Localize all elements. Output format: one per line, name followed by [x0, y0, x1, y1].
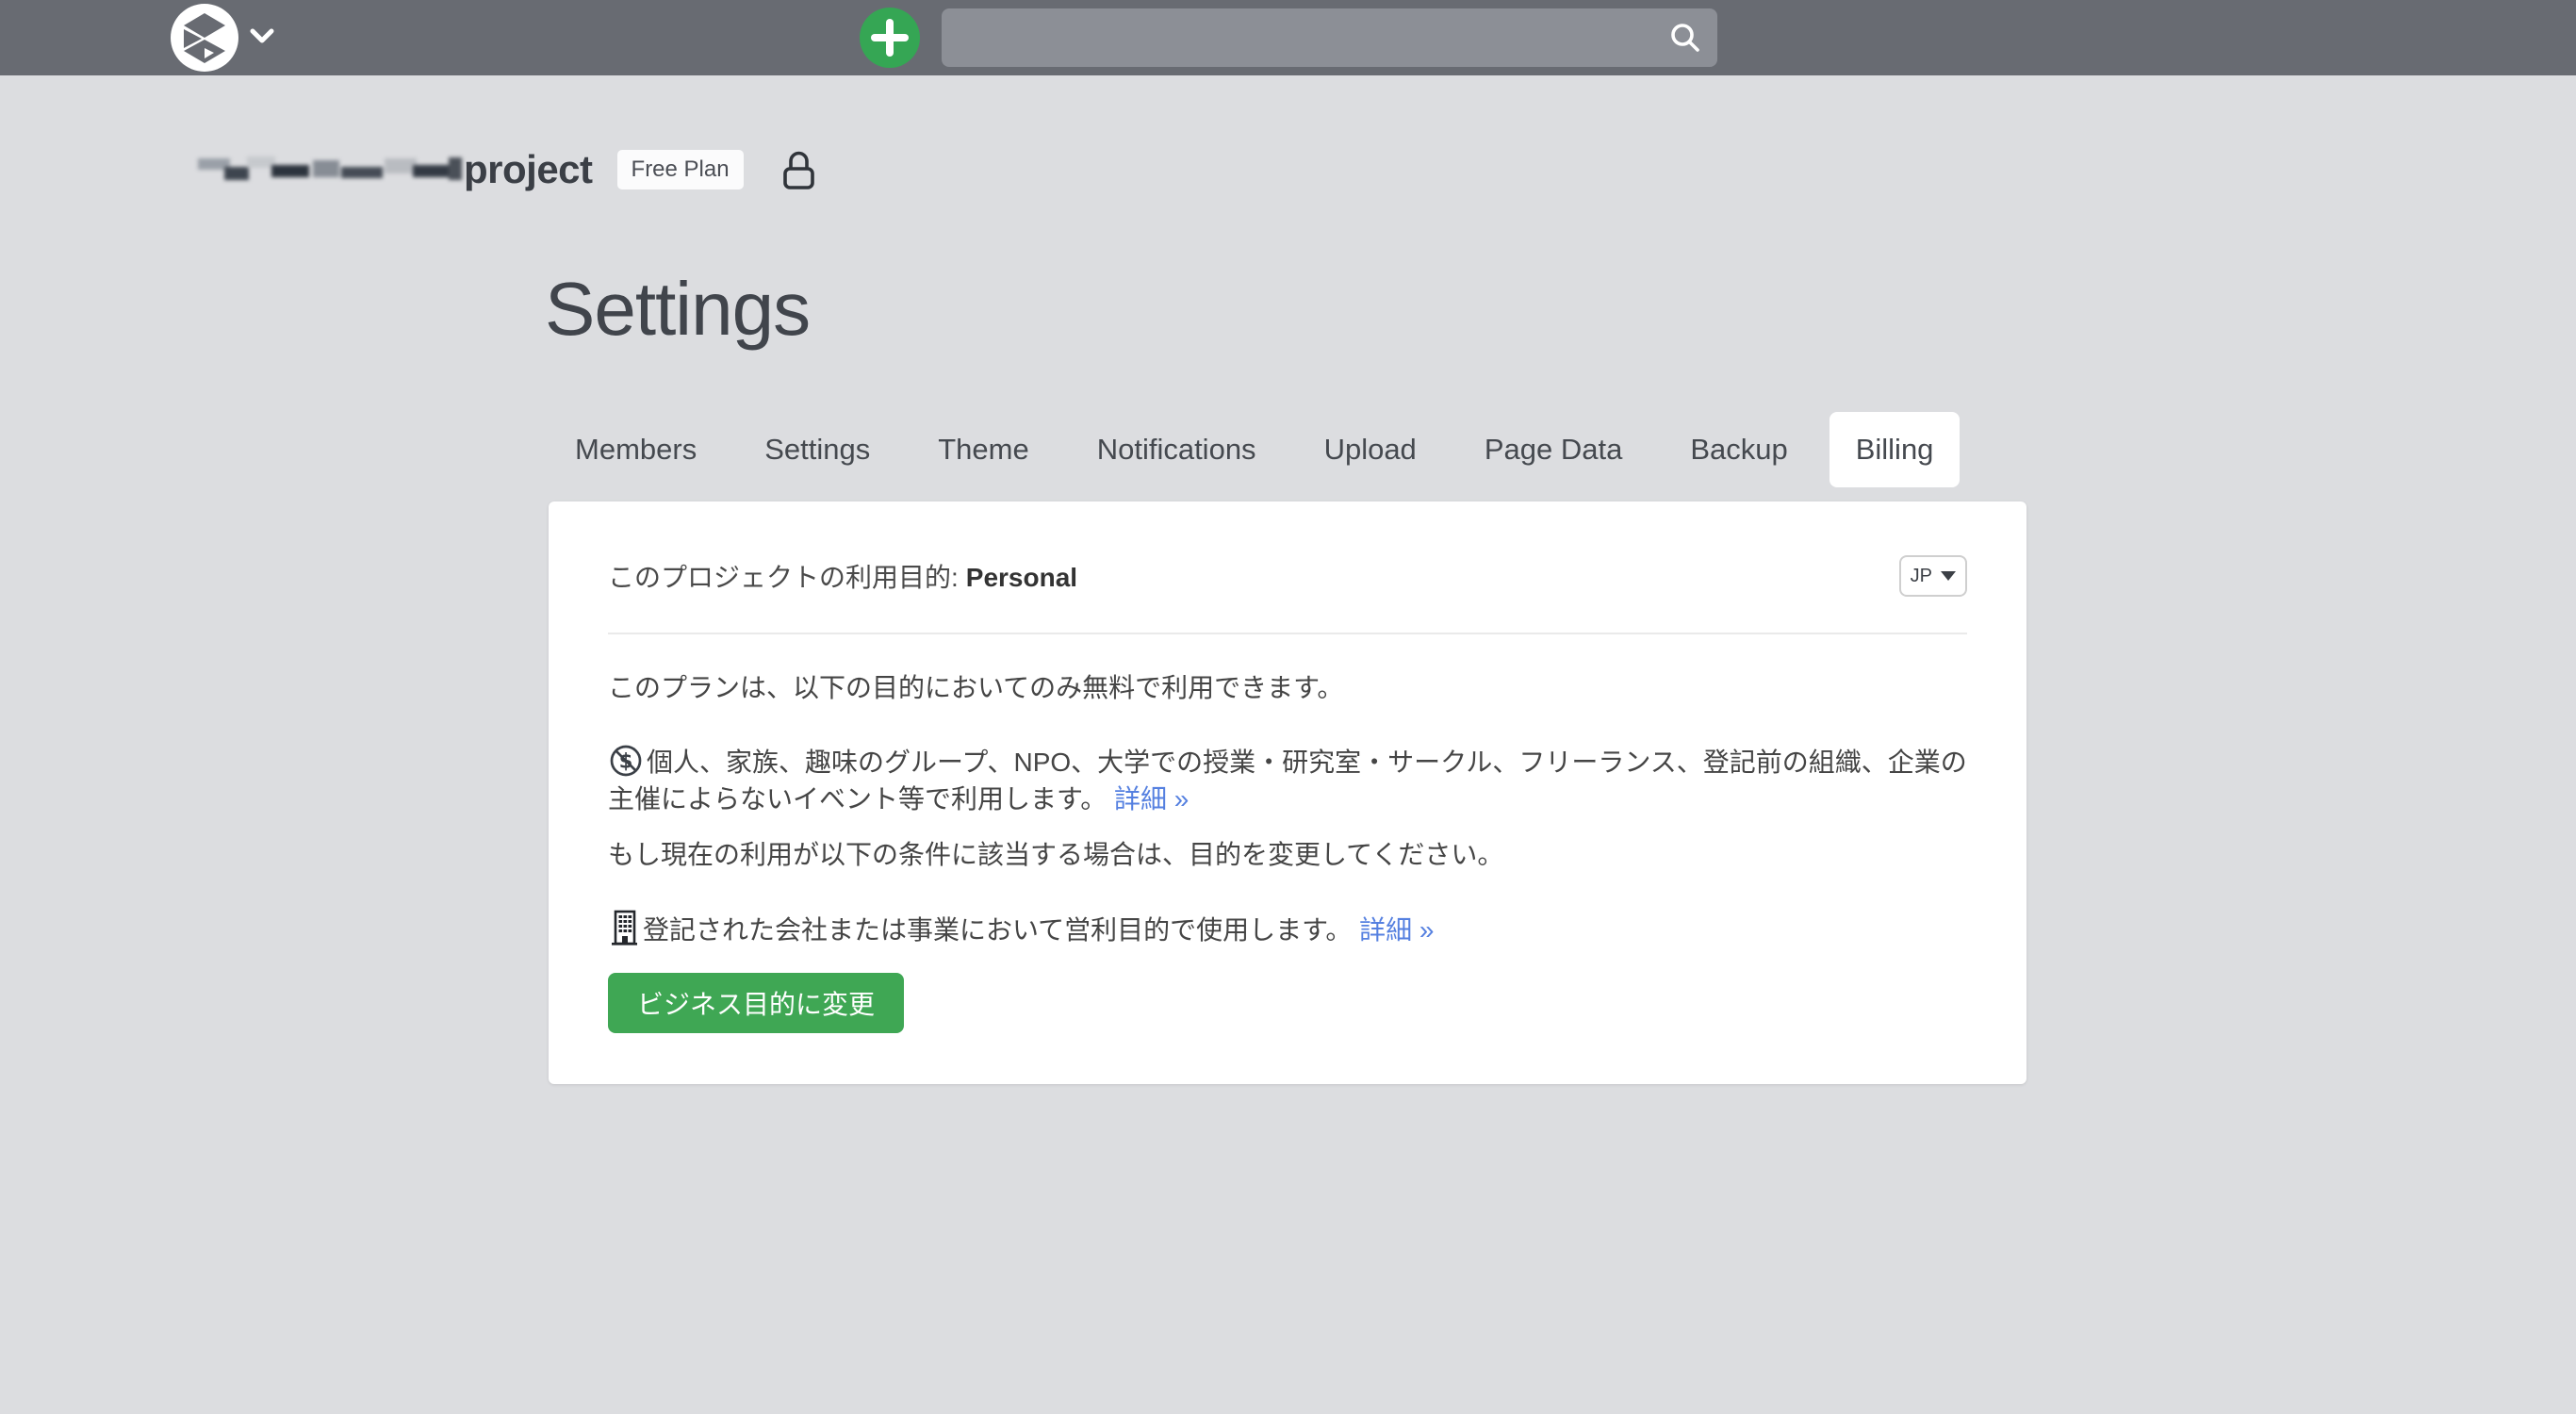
business-details-link[interactable]: 詳細 »: [1359, 915, 1434, 945]
tab-billing[interactable]: Billing: [1829, 412, 1961, 487]
private-lock-icon: [778, 147, 819, 192]
language-selector[interactable]: JP: [1899, 555, 1967, 597]
divider: [608, 633, 1967, 634]
business-terms-text: 登記された会社または事業において営利目的で使用します。 詳細 »: [608, 909, 1967, 948]
chevron-down-icon: [250, 27, 274, 49]
project-switcher-button[interactable]: [171, 4, 274, 72]
top-navigation-bar: [0, 0, 2576, 75]
office-building-icon: [608, 909, 640, 946]
search-input[interactable]: [942, 8, 1668, 67]
change-to-business-button[interactable]: ビジネス目的に変更: [608, 973, 904, 1033]
app-logo-icon: [171, 4, 238, 72]
page-title: Settings: [545, 266, 810, 353]
project-title[interactable]: project: [464, 147, 593, 192]
change-note-text: もし現在の利用が以下の条件に該当する場合は、目的を変更してください。: [608, 836, 1967, 873]
project-header: project Free Plan: [198, 141, 819, 198]
tab-backup[interactable]: Backup: [1664, 412, 1813, 487]
personal-terms-text: $ 個人、家族、趣味のグループ、NPO、大学での授業・研究室・サークル、フリーラ…: [608, 743, 1967, 817]
business-terms-body: 登記された会社または事業において営利目的で使用します。: [643, 915, 1352, 945]
tab-upload[interactable]: Upload: [1298, 412, 1443, 487]
tab-page-data[interactable]: Page Data: [1458, 412, 1649, 487]
billing-card: このプロジェクトの利用目的:Personal JP このプランは、以下の目的にお…: [549, 501, 2026, 1084]
plan-intro-text: このプランは、以下の目的においてのみ無料で利用できます。: [608, 669, 1967, 706]
purpose-value: Personal: [966, 563, 1077, 592]
tab-notifications[interactable]: Notifications: [1071, 412, 1283, 487]
search-bar: [942, 8, 1717, 67]
tab-settings[interactable]: Settings: [738, 412, 896, 487]
settings-tab-bar: Members Settings Theme Notifications Upl…: [549, 412, 1960, 487]
tab-members[interactable]: Members: [549, 412, 723, 487]
new-page-button[interactable]: [860, 8, 920, 68]
personal-details-link[interactable]: 詳細 »: [1114, 784, 1189, 814]
billing-settings-page: project Free Plan Settings Members Setti…: [0, 0, 2576, 1414]
tab-theme[interactable]: Theme: [911, 412, 1055, 487]
caret-down-icon: [1941, 571, 1956, 581]
purpose-label: このプロジェクトの利用目的:: [608, 563, 959, 592]
no-money-icon: $: [608, 743, 644, 779]
project-name-redacted[interactable]: [198, 151, 464, 189]
plan-badge[interactable]: Free Plan: [617, 150, 744, 189]
project-purpose-line: このプロジェクトの利用目的:Personal: [608, 557, 1077, 595]
language-selector-value: JP: [1911, 566, 1932, 587]
billing-card-header: このプロジェクトの利用目的:Personal JP: [608, 501, 1967, 597]
search-icon: [1668, 21, 1702, 55]
personal-terms-body: 個人、家族、趣味のグループ、NPO、大学での授業・研究室・サークル、フリーランス…: [608, 748, 1967, 814]
